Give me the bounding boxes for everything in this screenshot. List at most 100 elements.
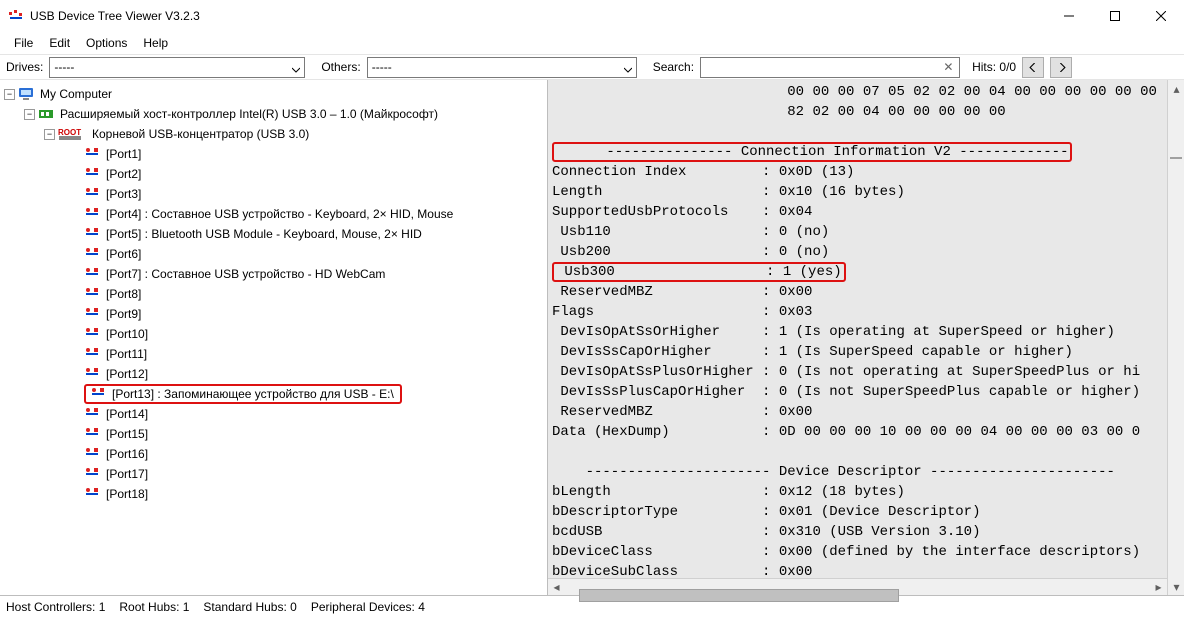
usb-port-icon	[84, 406, 100, 422]
details-vscrollbar[interactable]: ▴ ▾	[1167, 80, 1184, 595]
menu-options[interactable]: Options	[78, 34, 135, 52]
status-peripherals: Peripheral Devices: 4	[311, 600, 425, 614]
drives-label: Drives:	[6, 60, 43, 74]
usb-port-icon	[84, 446, 100, 462]
collapse-icon[interactable]: −	[24, 109, 35, 120]
minimize-button[interactable]	[1046, 0, 1092, 32]
usb-port-icon	[84, 426, 100, 442]
tree-port-highlighted[interactable]: [Port13] : Запоминающее устройство для U…	[2, 384, 545, 404]
port-label: [Port8]	[104, 287, 143, 301]
tree-port[interactable]: [Port18]	[2, 484, 545, 504]
tree-port[interactable]: [Port5] : Bluetooth USB Module - Keyboar…	[2, 224, 545, 244]
vscroll-thumb[interactable]	[1170, 157, 1182, 159]
usb300-line: Usb300 : 1 (yes)	[552, 262, 846, 282]
tree-port[interactable]: [Port16]	[2, 444, 545, 464]
others-label: Others:	[321, 60, 360, 74]
prev-hit-button[interactable]	[1022, 57, 1044, 78]
port-label: [Port5] : Bluetooth USB Module - Keyboar…	[104, 227, 424, 241]
clear-search-icon[interactable]: ✕	[942, 60, 955, 74]
tree-port[interactable]: [Port2]	[2, 164, 545, 184]
port-label: [Port1]	[104, 147, 143, 161]
root-hub-icon: ROOT	[58, 126, 86, 142]
tree-port[interactable]: [Port4] : Составное USB устройство - Key…	[2, 204, 545, 224]
port-label: [Port16]	[104, 447, 150, 461]
usb-port-icon	[84, 146, 100, 162]
usb-port-icon	[84, 286, 100, 302]
hscroll-thumb[interactable]	[579, 589, 899, 602]
tree-port[interactable]: [Port10]	[2, 324, 545, 344]
status-standard-hubs: Standard Hubs: 0	[203, 600, 296, 614]
computer-icon	[18, 86, 34, 102]
drives-combo[interactable]: -----	[49, 57, 305, 78]
tree-port[interactable]: [Port12]	[2, 364, 545, 384]
usb-port-icon	[84, 226, 100, 242]
usb-port-icon	[84, 206, 100, 222]
tree-hub[interactable]: − ROOT Корневой USB-концентратор (USB 3.…	[2, 124, 545, 144]
usb-port-icon	[84, 186, 100, 202]
tree-root[interactable]: − My Computer	[2, 84, 545, 104]
collapse-icon[interactable]: −	[44, 129, 55, 140]
details-pane: 00 00 00 07 05 02 02 00 04 00 00 00 00 0…	[548, 80, 1184, 595]
conn-info-after: ReservedMBZ : 0x00 Flags : 0x03 DevIsOpA…	[552, 284, 1140, 440]
tree-port[interactable]: [Port6]	[2, 244, 545, 264]
tree-port[interactable]: [Port3]	[2, 184, 545, 204]
close-button[interactable]	[1138, 0, 1184, 32]
port-label: [Port4] : Составное USB устройство - Key…	[104, 207, 455, 221]
usb-port-icon	[84, 346, 100, 362]
tree-port[interactable]: [Port14]	[2, 404, 545, 424]
status-root-hubs: Root Hubs: 1	[119, 600, 189, 614]
scroll-left-icon[interactable]: ◂	[548, 579, 565, 596]
details-hscrollbar[interactable]: ◂ ▸	[548, 578, 1167, 595]
others-combo[interactable]: -----	[367, 57, 637, 78]
tree-port[interactable]: [Port11]	[2, 344, 545, 364]
chevron-down-icon	[624, 63, 632, 71]
search-input[interactable]	[705, 60, 942, 74]
hits-label: Hits: 0/0	[972, 60, 1016, 74]
maximize-button[interactable]	[1092, 0, 1138, 32]
tree-host-label: Расширяемый хост-контроллер Intel(R) USB…	[58, 107, 440, 121]
svg-text:ROOT: ROOT	[58, 128, 81, 137]
tree-port[interactable]: [Port17]	[2, 464, 545, 484]
usb-port-icon	[84, 466, 100, 482]
search-box[interactable]: ✕	[700, 57, 960, 78]
collapse-icon[interactable]: −	[4, 89, 15, 100]
tree-host[interactable]: − Расширяемый хост-контроллер Intel(R) U…	[2, 104, 545, 124]
tree-port[interactable]: [Port8]	[2, 284, 545, 304]
port-label: [Port9]	[104, 307, 143, 321]
menu-edit[interactable]: Edit	[41, 34, 78, 52]
port-label: [Port17]	[104, 467, 150, 481]
scroll-down-icon[interactable]: ▾	[1168, 578, 1184, 595]
others-combo-value: -----	[372, 60, 392, 74]
tree-port[interactable]: [Port15]	[2, 424, 545, 444]
port-label: [Port12]	[104, 367, 150, 381]
details-text[interactable]: 00 00 00 07 05 02 02 00 04 00 00 00 00 0…	[548, 80, 1167, 578]
tree-port[interactable]: [Port7] : Составное USB устройство - HD …	[2, 264, 545, 284]
app-icon	[8, 8, 24, 24]
tree-root-label: My Computer	[38, 87, 114, 101]
header-conn-info-v2: --------------- Connection Information V…	[552, 142, 1072, 162]
usb-port-icon	[84, 326, 100, 342]
controller-icon	[38, 106, 54, 122]
tree-port[interactable]: [Port1]	[2, 144, 545, 164]
device-tree[interactable]: − My Computer − Расширяемый хост-контрол…	[0, 80, 547, 595]
menu-help[interactable]: Help	[135, 34, 176, 52]
next-hit-button[interactable]	[1050, 57, 1072, 78]
tree-port[interactable]: [Port9]	[2, 304, 545, 324]
usb-port-icon	[84, 486, 100, 502]
window-title: USB Device Tree Viewer V3.2.3	[30, 9, 200, 23]
header-device-descriptor: ---------------------- Device Descriptor…	[552, 464, 1115, 480]
search-label: Search:	[653, 60, 694, 74]
port-label: [Port18]	[104, 487, 150, 501]
menu-file[interactable]: File	[6, 34, 41, 52]
usb-port-icon	[84, 246, 100, 262]
scroll-up-icon[interactable]: ▴	[1168, 80, 1184, 97]
menubar: File Edit Options Help	[0, 32, 1184, 54]
titlebar: USB Device Tree Viewer V3.2.3	[0, 0, 1184, 32]
scroll-right-icon[interactable]: ▸	[1150, 579, 1167, 596]
tree-hub-label: Корневой USB-концентратор (USB 3.0)	[90, 127, 311, 141]
hexdump-pre: 00 00 00 07 05 02 02 00 04 00 00 00 00 0…	[552, 84, 1157, 120]
port-label: [Port2]	[104, 167, 143, 181]
usb-port-icon	[84, 266, 100, 282]
main-split: − My Computer − Расширяемый хост-контрол…	[0, 80, 1184, 595]
usb-port-icon	[84, 306, 100, 322]
